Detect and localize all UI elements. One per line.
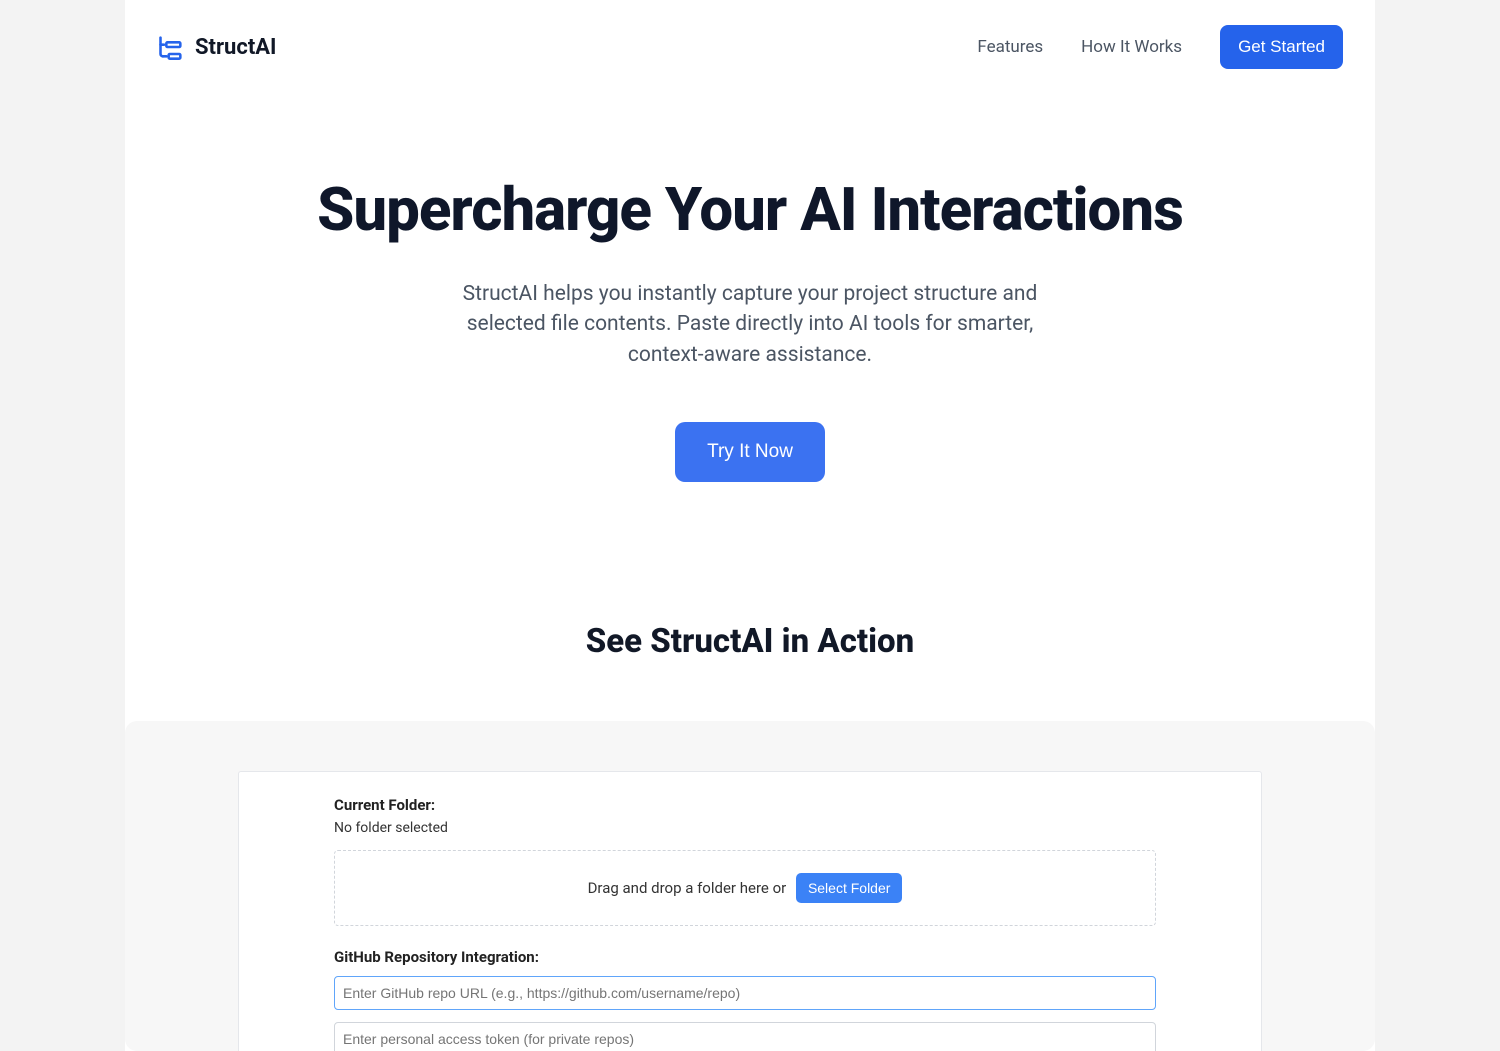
hero-sub: StructAI helps you instantly capture you…: [430, 279, 1070, 370]
try-it-now-button[interactable]: Try It Now: [675, 422, 825, 482]
top-nav: StructAI Features How It Works Get Start…: [125, 0, 1375, 94]
github-token-input[interactable]: [334, 1022, 1156, 1051]
get-started-button[interactable]: Get Started: [1220, 25, 1343, 69]
demo-card: Current Folder: No folder selected Drag …: [125, 721, 1375, 1051]
nav-link-how-it-works[interactable]: How It Works: [1081, 37, 1182, 57]
hero: Supercharge Your AI Interactions StructA…: [125, 94, 1375, 542]
hero-headline: Supercharge Your AI Interactions: [165, 174, 1335, 245]
logo-icon: [157, 33, 185, 61]
dropzone-text: Drag and drop a folder here or: [588, 879, 787, 897]
folder-dropzone[interactable]: Drag and drop a folder here or Select Fo…: [334, 850, 1156, 926]
demo-panel: Current Folder: No folder selected Drag …: [238, 771, 1262, 1051]
github-integration-label: GitHub Repository Integration:: [334, 948, 1166, 966]
brand[interactable]: StructAI: [157, 33, 277, 61]
github-url-input[interactable]: [334, 976, 1156, 1010]
nav-link-features[interactable]: Features: [977, 37, 1043, 57]
current-folder-label: Current Folder:: [334, 796, 1166, 814]
demo-heading: See StructAI in Action: [125, 622, 1375, 661]
current-folder-value: No folder selected: [334, 820, 1166, 836]
select-folder-button[interactable]: Select Folder: [796, 873, 902, 903]
brand-name: StructAI: [195, 35, 277, 60]
nav-right: Features How It Works Get Started: [977, 25, 1343, 69]
demo-section: See StructAI in Action Current Folder: N…: [125, 542, 1375, 1051]
page-container: StructAI Features How It Works Get Start…: [125, 0, 1375, 1051]
